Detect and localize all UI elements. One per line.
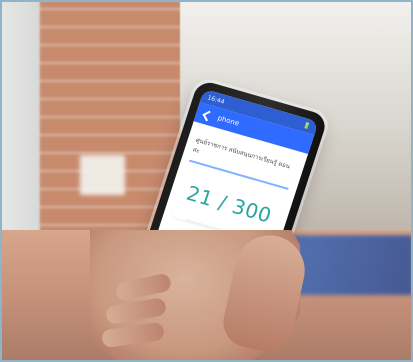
status-bar-left: 16:44 xyxy=(206,93,226,106)
background-blue-object xyxy=(290,235,413,295)
background-sign xyxy=(80,155,125,195)
camera-scene: 16:44 🔋 phone ศูนย์ราชการ สนับสนุนการเรี… xyxy=(0,0,413,362)
app-title: phone xyxy=(216,113,241,128)
back-arrow-icon[interactable] xyxy=(201,109,214,121)
info-card: ศูนย์ราชการ สนับสนุนการเรียนรู้ ดอนสะ 21… xyxy=(171,131,298,246)
background-wall-left xyxy=(0,0,40,230)
status-bar-right: 🔋 xyxy=(302,121,312,131)
